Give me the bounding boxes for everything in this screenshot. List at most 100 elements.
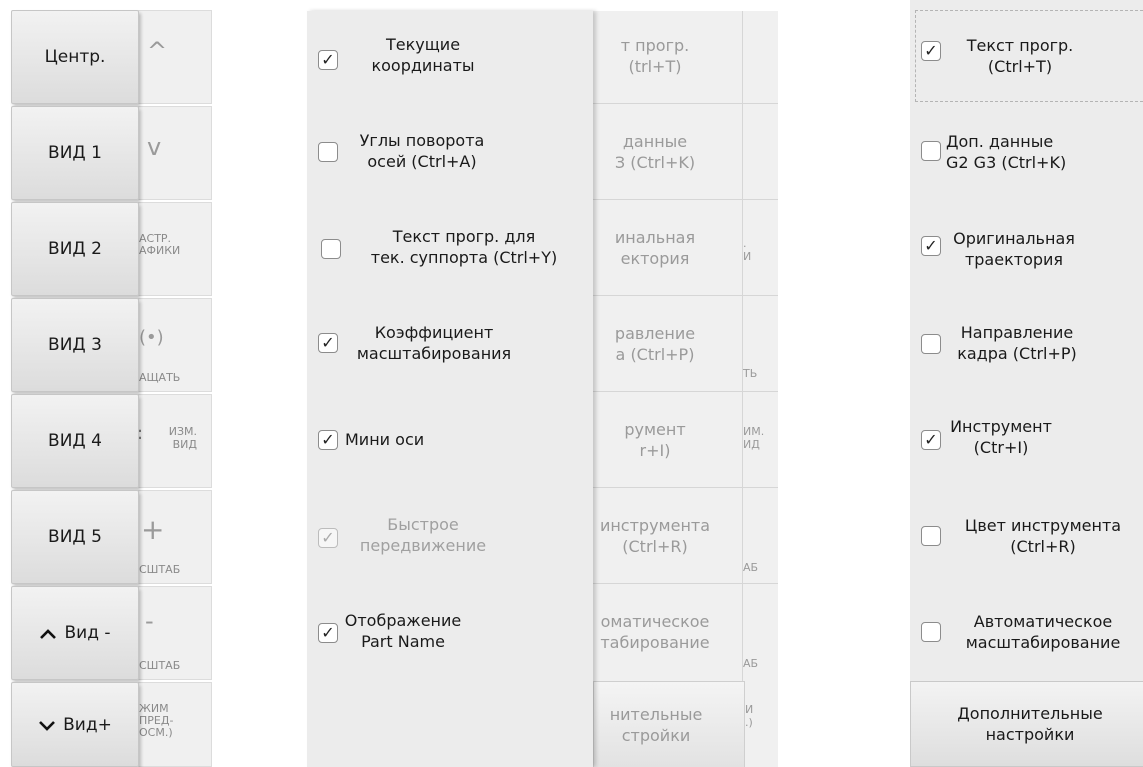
bg-zoom-out-cell: - СШТАБ [138,586,212,680]
bg-down-cell: v [138,106,212,200]
bg-change-view-cell: : ИЗМ. ВИД [137,394,212,488]
checkbox[interactable] [921,622,941,642]
chevron-up-icon [39,621,57,645]
divider [742,11,743,681]
view-plus-button[interactable]: Вид+ [11,682,139,767]
option-label: Коэффициент масштабирования [356,323,512,363]
middle-background-panel: т прогр. (trl+T) данные З (Ctrl+K) иналь… [593,11,778,767]
display-options-panel: ✓ Текущие координаты Углы поворота осей … [307,11,593,767]
bg-text-fragment: румент r+I) [624,420,686,460]
divider [593,487,778,488]
checkbox[interactable] [321,239,341,259]
view-2-button[interactable]: ВИД 2 [11,202,139,296]
bg-side-fragment: И .) [745,703,754,729]
right-options-panel: ✓ Текст прогр. (Ctrl+T) Доп. данные G2 G… [910,0,1143,767]
checkmark-icon: ✓ [924,430,938,449]
minus-icon: - [145,607,154,635]
divider [593,583,778,584]
bg-more-settings-button: нительные стройки [593,681,745,767]
bg-text-fragment: данные З (Ctrl+K) [614,132,696,172]
bg-change-view-text: ИЗМ. ВИД [168,425,197,451]
bg-preview-cell: ЖИМ ПРЕД- ОСМ.) [138,682,212,767]
center-view-button[interactable]: Центр. [11,10,139,104]
option-label: Текст прогр. для тек. суппорта (Ctrl+Y) [370,227,558,267]
bg-text-fragment: равление а (Ctrl+P) [614,324,696,364]
bg-text-fragment: инальная ектория [614,228,696,268]
option-label: Отображение Part Name [344,611,462,651]
option-label: Направление кадра (Ctrl+P) [957,323,1077,363]
checkbox[interactable]: ✓ [921,41,941,61]
more-settings-button[interactable]: Дополнительные настройки [910,681,1143,767]
view-1-label: ВИД 1 [48,143,102,163]
checkbox[interactable] [921,526,941,546]
bg-text-fragment: нительные стройки [609,705,703,745]
option-label: Цвет инструмента (Ctrl+R) [964,516,1122,556]
view-3-label: ВИД 3 [48,335,102,355]
checkbox: ✓ [318,528,338,548]
option-label: Доп. данные G2 G3 (Ctrl+K) [946,132,1067,172]
view-4-label: ВИД 4 [48,431,102,451]
bg-zoom-in-cell: + СШТАБ [138,490,212,584]
bg-side-fragment: АБ [743,561,759,574]
bg-text-fragment: инструмента (Ctrl+R) [599,516,711,556]
option-label: Текущие координаты [371,35,475,75]
view-minus-button[interactable]: Вид - [11,586,139,680]
divider [593,391,778,392]
option-label: Быстрое передвижение [359,515,487,555]
option-label: Инструмент (Ctr+I) [950,417,1052,457]
checkmark-icon: ✓ [321,528,335,547]
more-settings-label: Дополнительные настройки [957,704,1103,744]
view-5-button[interactable]: ВИД 5 [11,490,139,584]
bg-side-fragment: ИМ. ИД [743,425,765,451]
view-plus-label: Вид+ [63,714,112,735]
bg-zoom-out-text: СШТАБ [139,659,181,672]
bg-side-fragment: АБ [743,657,759,670]
checkmark-icon: ✓ [321,50,335,69]
bg-zoom-in-text: СШТАБ [139,563,181,576]
bg-rotate-cell: (•) АЩАТЬ [138,298,212,392]
checkbox[interactable] [921,334,941,354]
divider [593,103,778,104]
bg-side-fragment: ТЬ [743,367,758,380]
checkmark-icon: ✓ [924,236,938,255]
option-label: Автоматическое масштабирование [965,612,1121,652]
chevron-down-icon: v [147,133,162,161]
checkmark-icon: ✓ [321,430,335,449]
checkbox[interactable]: ✓ [921,236,941,256]
center-view-label: Центр. [44,47,106,67]
checkbox[interactable]: ✓ [318,623,338,643]
bg-text-fragment: т прогр. (trl+T) [620,36,690,76]
checkbox[interactable]: ✓ [318,430,338,450]
view-1-button[interactable]: ВИД 1 [11,106,139,200]
checkmark-icon: ✓ [321,623,335,642]
checkbox[interactable]: ✓ [921,430,941,450]
option-label: Мини оси [345,430,425,449]
checkmark-icon: ✓ [321,333,335,352]
view-2-label: ВИД 2 [48,239,102,259]
view-5-label: ВИД 5 [48,527,102,547]
checkmark-icon: ✓ [924,41,938,60]
bg-side-fragment: . И [743,237,752,263]
chevron-down-icon [38,713,56,737]
divider [593,199,778,200]
bg-up-cell: ^ [138,10,212,104]
bg-rotate-text: АЩАТЬ [139,371,181,384]
checkbox[interactable]: ✓ [318,333,338,353]
bg-graphics-cell: АСТР. АФИКИ [138,202,212,296]
checkbox[interactable] [318,142,338,162]
option-label: Оригинальная траектория [953,229,1075,269]
view-4-button[interactable]: ВИД 4 [11,394,139,488]
divider [593,295,778,296]
checkbox[interactable] [921,141,941,161]
option-label: Углы поворота осей (Ctrl+A) [359,131,485,171]
bg-graphics-text: АСТР. АФИКИ [139,232,181,257]
view-3-button[interactable]: ВИД 3 [11,298,139,392]
checkbox[interactable]: ✓ [318,50,338,70]
view-minus-label: Вид - [64,623,111,643]
bg-text-fragment: оматическое табирование [600,612,710,652]
rotate-icon: (•) [139,327,164,348]
bg-preview-text: ЖИМ ПРЕД- ОСМ.) [139,702,174,739]
plus-icon: + [141,513,165,546]
chevron-up-icon: ^ [147,37,168,65]
option-label: Текст прогр. (Ctrl+T) [966,36,1074,76]
